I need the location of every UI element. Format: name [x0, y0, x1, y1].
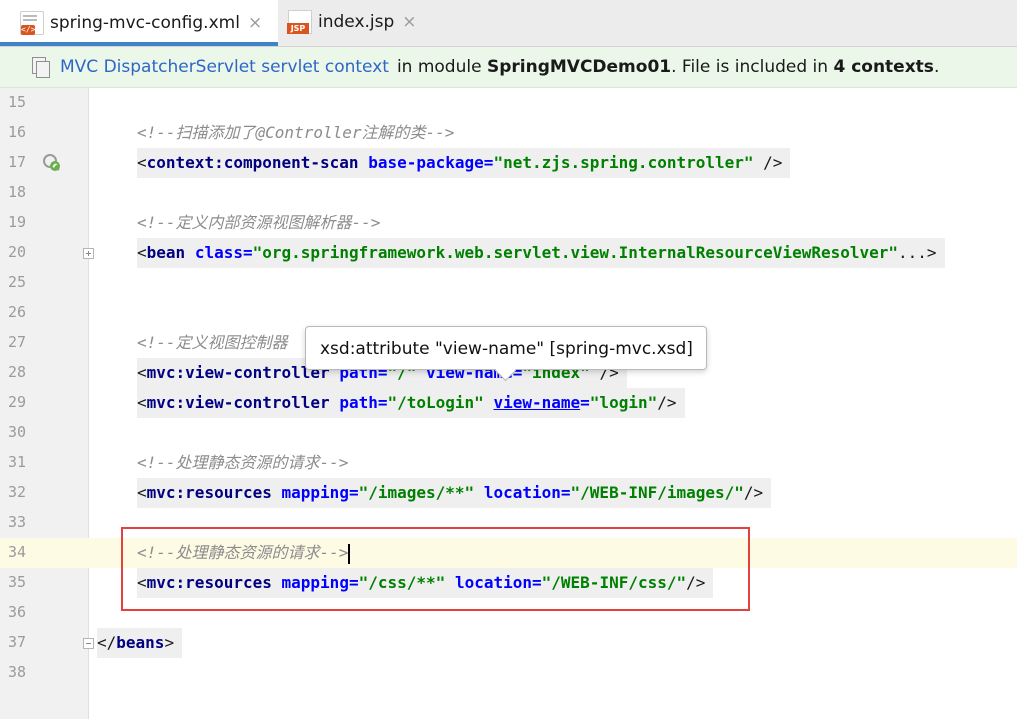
code-editor[interactable]: 15 16 <!--扫描添加了@Controller注解的类--> 17 <co…: [0, 88, 1017, 719]
fold-collapse-icon[interactable]: [83, 638, 94, 649]
code-text: </beans>: [97, 628, 183, 658]
line-number: 29: [8, 393, 27, 411]
line-number: 30: [8, 423, 27, 441]
tab-label: spring-mvc-config.xml: [50, 13, 240, 33]
module-name: SpringMVCDemo01: [486, 57, 672, 77]
xml-comment: <!--处理静态资源的请求-->: [137, 453, 349, 472]
code-line: 15: [0, 88, 1017, 118]
xml-value: "org.springframework.web.servlet.view.In…: [252, 243, 899, 262]
line-number: 35: [8, 573, 27, 591]
code-line: 16 <!--扫描添加了@Controller注解的类-->: [0, 118, 1017, 148]
code-line: 31 <!--处理静态资源的请求-->: [0, 448, 1017, 478]
editor-tab-bar: </> spring-mvc-config.xml × JSP index.js…: [0, 0, 1017, 47]
annotation-highlight-box: [121, 527, 750, 611]
line-number: 17: [8, 153, 27, 171]
code-line: 29 <mvc:view-controller path="/toLogin" …: [0, 388, 1017, 418]
code-line: 20 <bean class="org.springframework.web.…: [0, 238, 1017, 268]
contexts-count: 4 contexts: [833, 57, 934, 77]
banner-text: .: [933, 57, 940, 77]
xml-tag: beans: [116, 633, 165, 652]
xml-attribute: base-package: [368, 153, 484, 172]
line-number: 37: [8, 633, 27, 651]
xml-attribute: path: [339, 393, 378, 412]
xml-tag: mvc:resources: [146, 483, 272, 502]
xml-attribute: mapping: [281, 483, 349, 502]
xml-value: "/toLogin": [387, 393, 484, 412]
code-line: 26: [0, 298, 1017, 328]
code-line: 37 </beans>: [0, 628, 1017, 658]
xml-attribute: class: [194, 243, 243, 262]
files-icon: [32, 57, 50, 78]
line-number: 18: [8, 183, 27, 201]
spring-bean-icon[interactable]: [42, 153, 62, 173]
code-line: 32 <mvc:resources mapping="/images/**" l…: [0, 478, 1017, 508]
xml-value: "/WEB-INF/images/": [570, 483, 744, 502]
code-text: <context:component-scan base-package="ne…: [137, 148, 791, 178]
code-text: <bean class="org.springframework.web.ser…: [137, 238, 945, 268]
attribute-tooltip: xsd:attribute "view-name" [spring-mvc.xs…: [305, 326, 707, 370]
code-text: <!--处理静态资源的请求-->: [137, 448, 356, 478]
line-number: 32: [8, 483, 27, 501]
line-number: 27: [8, 333, 27, 351]
xml-file-icon: </>: [20, 11, 44, 35]
servlet-context-link[interactable]: MVC DispatcherServlet servlet context: [60, 57, 389, 77]
line-number: 33: [8, 513, 27, 531]
xml-tag: bean: [146, 243, 186, 262]
tab-spring-mvc-config[interactable]: </> spring-mvc-config.xml ×: [0, 0, 278, 46]
close-tab-icon[interactable]: ×: [402, 12, 416, 32]
xml-tag: mvc:view-controller: [146, 363, 330, 382]
code-line: 30: [0, 418, 1017, 448]
xml-attribute: location: [483, 483, 561, 502]
xml-tag: mvc:view-controller: [146, 393, 330, 412]
line-number: 26: [8, 303, 27, 321]
xml-comment: <!--定义视图控制器: [137, 333, 288, 352]
fold-expand-icon[interactable]: [83, 248, 94, 259]
xml-value: "/images/**": [358, 483, 475, 502]
banner-text: in module: [396, 57, 482, 77]
code-text: <mvc:resources mapping="/images/**" loca…: [137, 478, 772, 508]
tab-label: index.jsp: [318, 12, 395, 32]
code-text: <!--扫描添加了@Controller注解的类-->: [137, 118, 462, 148]
code-text: <!--定义视图控制器: [137, 328, 296, 358]
tab-index-jsp[interactable]: JSP index.jsp ×: [278, 0, 428, 44]
close-tab-icon[interactable]: ×: [248, 13, 262, 33]
xml-comment: <!--扫描添加了@Controller注解的类-->: [137, 123, 455, 142]
line-number: 34: [8, 543, 27, 561]
line-number: 38: [8, 663, 27, 681]
code-line: 19 <!--定义内部资源视图解析器-->: [0, 208, 1017, 238]
line-number: 28: [8, 363, 27, 381]
hovered-attribute[interactable]: view-name: [493, 393, 580, 412]
banner-text: . File is included in: [671, 57, 829, 77]
line-number: 31: [8, 453, 27, 471]
xml-value: "login": [589, 393, 658, 412]
line-number: 15: [8, 93, 27, 111]
xml-comment: <!--定义内部资源视图解析器-->: [137, 213, 381, 232]
code-line: 25: [0, 268, 1017, 298]
line-number: 19: [8, 213, 27, 231]
line-number: 16: [8, 123, 27, 141]
jsp-file-icon: JSP: [287, 10, 312, 34]
xml-value: "net.zjs.spring.controller": [493, 153, 754, 172]
xml-tag: context:component-scan: [146, 153, 359, 172]
line-number: 20: [8, 243, 27, 261]
line-number: 36: [8, 603, 27, 621]
code-line: 18: [0, 178, 1017, 208]
code-text: <!--定义内部资源视图解析器-->: [137, 208, 388, 238]
code-line: 38: [0, 658, 1017, 688]
code-line: 17 <context:component-scan base-package=…: [0, 148, 1017, 178]
context-banner: MVC DispatcherServlet servlet context in…: [0, 47, 1017, 88]
line-number: 25: [8, 273, 27, 291]
code-text: <mvc:view-controller path="/toLogin" vie…: [137, 388, 685, 418]
